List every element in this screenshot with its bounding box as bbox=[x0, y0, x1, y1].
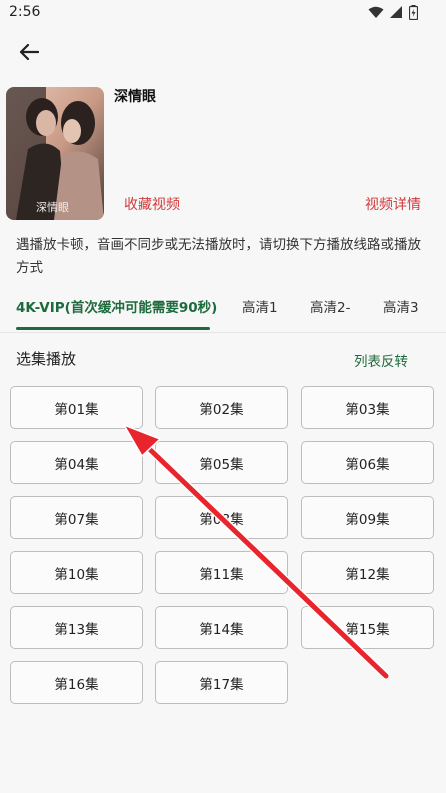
wifi-icon bbox=[368, 6, 384, 18]
episode-button[interactable]: 第03集 bbox=[301, 386, 434, 429]
back-button[interactable] bbox=[14, 38, 44, 66]
video-details-link[interactable]: 视频详情 bbox=[365, 194, 421, 214]
status-time: 2:56 bbox=[9, 4, 41, 20]
status-bar: 2:56 bbox=[0, 0, 446, 26]
episode-button[interactable]: 第06集 bbox=[301, 441, 434, 484]
episode-button[interactable]: 第12集 bbox=[301, 551, 434, 594]
tab-hd2[interactable]: 高清2- bbox=[310, 296, 350, 316]
episode-button[interactable]: 第14集 bbox=[155, 606, 288, 649]
playback-notice: 遇播放卡顿，音画不同步或无法播放时，请切换下方播放线路或播放方式 bbox=[16, 237, 421, 276]
episode-button[interactable]: 第04集 bbox=[10, 441, 143, 484]
episode-button[interactable]: 第13集 bbox=[10, 606, 143, 649]
reverse-list-button[interactable]: 列表反转 bbox=[354, 350, 408, 370]
battery-icon bbox=[409, 5, 418, 20]
signal-icon bbox=[390, 6, 402, 18]
episode-button[interactable]: 第09集 bbox=[301, 496, 434, 539]
status-icons bbox=[368, 5, 418, 20]
episode-button[interactable]: 第15集 bbox=[301, 606, 434, 649]
poster-image: 深情眼 bbox=[6, 87, 104, 220]
tab-4k-vip[interactable]: 4K-VIP(首次缓冲可能需要90秒) bbox=[16, 296, 217, 316]
tab-hd3[interactable]: 高清3 bbox=[383, 296, 419, 316]
episode-button[interactable]: 第01集 bbox=[10, 386, 143, 429]
episode-button[interactable]: 第11集 bbox=[155, 551, 288, 594]
episode-button[interactable]: 第16集 bbox=[10, 661, 143, 704]
episode-button[interactable]: 第17集 bbox=[155, 661, 288, 704]
episode-button[interactable]: 第02集 bbox=[155, 386, 288, 429]
svg-text:深情眼: 深情眼 bbox=[36, 201, 69, 214]
episode-button[interactable]: 第07集 bbox=[10, 496, 143, 539]
arrow-left-icon bbox=[19, 43, 39, 61]
episode-button[interactable]: 第10集 bbox=[10, 551, 143, 594]
episode-button[interactable]: 第05集 bbox=[155, 441, 288, 484]
episodes-title: 选集播放 bbox=[16, 350, 77, 368]
tab-hd1[interactable]: 高清1 bbox=[242, 296, 278, 316]
active-tab-indicator bbox=[16, 327, 210, 330]
favorite-video-link[interactable]: 收藏视频 bbox=[124, 194, 180, 214]
show-title: 深情眼 bbox=[114, 89, 156, 105]
episode-button[interactable]: 第08集 bbox=[155, 496, 288, 539]
source-tabs: 4K-VIP(首次缓冲可能需要90秒) 高清1 高清2- 高清3 bbox=[0, 286, 446, 333]
